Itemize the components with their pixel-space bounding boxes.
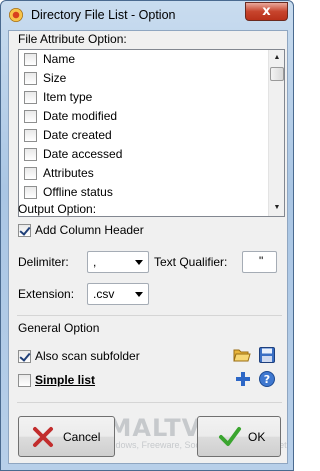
list-item-label: Date accessed: [43, 147, 123, 161]
checkbox-checked-icon: [18, 224, 31, 237]
simple-list-link[interactable]: Simple list: [35, 373, 95, 387]
app-icon: [9, 8, 23, 22]
save-icon[interactable]: [258, 346, 276, 364]
list-item[interactable]: Offline status: [19, 183, 284, 202]
file-attribute-items: Name Size Item type Date modified Date creat…: [19, 50, 284, 202]
scroll-down-icon[interactable]: ▼: [270, 201, 284, 215]
extension-label: Extension:: [18, 287, 75, 301]
ok-button[interactable]: OK: [197, 416, 281, 457]
list-item[interactable]: Size: [19, 69, 284, 88]
list-item[interactable]: Date created: [19, 126, 284, 145]
delimiter-select[interactable]: ,: [87, 251, 149, 273]
help-icon[interactable]: ?: [258, 370, 276, 388]
delimiter-value: ,: [93, 255, 97, 269]
chevron-down-icon: [135, 292, 143, 297]
checkbox-checked-icon: [18, 350, 31, 363]
list-item[interactable]: Name: [19, 50, 284, 69]
scroll-thumb[interactable]: [270, 67, 284, 81]
list-scrollbar[interactable]: ▲ ▼: [268, 50, 284, 216]
dialog-body: File Attribute Option: Name Size Item type…: [8, 30, 288, 464]
cancel-label: Cancel: [63, 430, 101, 444]
file-attribute-heading: File Attribute Option:: [18, 32, 127, 46]
checkbox-unchecked-icon[interactable]: [24, 91, 37, 104]
dialog-window: Directory File List - Option x File Attr…: [0, 0, 294, 471]
list-item[interactable]: Attributes: [19, 164, 284, 183]
cancel-x-icon: [31, 425, 55, 449]
title-bar[interactable]: Directory File List - Option x: [1, 1, 293, 30]
cancel-button[interactable]: Cancel: [18, 416, 115, 457]
list-item-label: Date modified: [43, 109, 118, 123]
window-title: Directory File List - Option: [31, 8, 176, 22]
delimiter-label: Delimiter:: [18, 255, 69, 269]
list-item-label: Name: [43, 52, 76, 66]
list-item-label: Item type: [43, 90, 93, 104]
extension-select[interactable]: .csv: [87, 283, 149, 305]
text-qualifier-label: Text Qualifier:: [154, 255, 228, 269]
checkbox-unchecked-icon[interactable]: [24, 167, 37, 180]
checkbox-unchecked-icon[interactable]: [24, 148, 37, 161]
list-item-label: Size: [43, 71, 67, 85]
list-item[interactable]: Date modified: [19, 107, 284, 126]
ok-check-icon: [218, 425, 242, 449]
chevron-down-icon: [135, 260, 143, 265]
checkbox-unchecked-icon[interactable]: [24, 186, 37, 199]
ok-label: OK: [248, 430, 266, 444]
list-item-label: Date created: [43, 128, 112, 142]
checkbox-unchecked-icon[interactable]: [24, 129, 37, 142]
checkbox-unchecked-icon[interactable]: [24, 53, 37, 66]
text-qualifier-value: ": [259, 254, 264, 268]
general-option-heading: General Option: [18, 321, 100, 335]
list-item[interactable]: Item type: [19, 88, 284, 107]
checkbox-unchecked-icon: [18, 374, 31, 387]
checkbox-unchecked-icon[interactable]: [24, 110, 37, 123]
divider: [17, 402, 282, 403]
extension-value: .csv: [93, 287, 115, 301]
close-button[interactable]: x: [245, 2, 288, 21]
open-folder-icon[interactable]: [233, 346, 251, 364]
checkbox-unchecked-icon[interactable]: [24, 72, 37, 85]
file-attribute-list[interactable]: Name Size Item type Date modified Date creat…: [18, 49, 285, 217]
list-item-label: Offline status: [43, 185, 113, 199]
text-qualifier-input[interactable]: ": [242, 251, 277, 273]
list-item[interactable]: Date accessed: [19, 145, 284, 164]
list-item-label: Attributes: [43, 166, 94, 180]
divider: [17, 315, 282, 316]
add-column-header-label: Add Column Header: [35, 223, 144, 237]
scroll-up-icon[interactable]: ▲: [270, 51, 284, 65]
also-scan-subfolder-label: Also scan subfolder: [35, 349, 140, 363]
svg-text:?: ?: [264, 373, 270, 386]
add-icon[interactable]: [234, 370, 252, 388]
output-option-heading: Output Option:: [18, 202, 97, 216]
